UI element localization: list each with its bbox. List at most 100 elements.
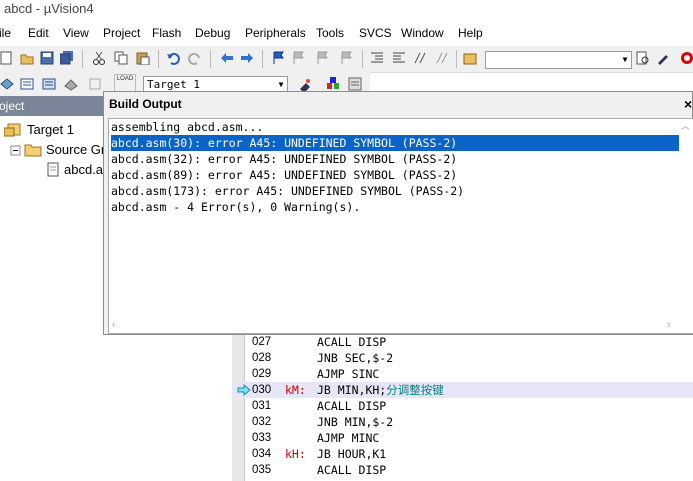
unindent-icon[interactable] bbox=[392, 51, 406, 65]
code-line[interactable]: 034 kH: JB HOUR,K1 bbox=[232, 446, 693, 462]
project-panel: oject Target 1 Source Gr abcd.a bbox=[0, 96, 106, 481]
output-line-selected[interactable]: abcd.asm(30): error A45: UNDEFINED SYMBO… bbox=[111, 135, 679, 151]
load-label: LOAD bbox=[116, 76, 134, 82]
vertical-scrollbar[interactable]: ︿ bbox=[679, 119, 693, 333]
line-number: 033 bbox=[252, 432, 272, 444]
save-all-icon[interactable] bbox=[60, 51, 74, 65]
menu-bar: ile Edit View Project Flash Debug Periph… bbox=[0, 24, 693, 44]
redo-icon[interactable] bbox=[188, 51, 202, 65]
output-line[interactable]: abcd.asm(173): error A45: UNDEFINED SYMB… bbox=[111, 183, 464, 199]
code-line[interactable]: 035 ACALL DISP bbox=[232, 462, 693, 478]
find-icon[interactable] bbox=[636, 51, 650, 65]
code-label: kM: bbox=[285, 383, 306, 397]
indent-icon[interactable] bbox=[370, 51, 384, 65]
line-number: 031 bbox=[252, 400, 272, 412]
line-number: 035 bbox=[252, 464, 272, 476]
build-output-header[interactable]: Build Output × bbox=[104, 92, 693, 116]
file-icon bbox=[47, 162, 59, 177]
menu-view[interactable]: View bbox=[63, 26, 89, 40]
target-select-value: Target 1 bbox=[147, 78, 200, 91]
output-line[interactable]: abcd.asm(89): error A45: UNDEFINED SYMBO… bbox=[111, 167, 457, 183]
tree-item-source-group[interactable]: Source Gr bbox=[46, 142, 105, 157]
comment-icon[interactable] bbox=[414, 51, 428, 65]
code-line-current[interactable]: 030 kM: JB MIN,KH;分调整按键 bbox=[232, 382, 693, 398]
new-file-icon[interactable] bbox=[0, 51, 14, 65]
cut-icon[interactable] bbox=[92, 51, 106, 65]
uncomment-icon[interactable] bbox=[436, 51, 450, 65]
toolbar-separator bbox=[456, 50, 457, 68]
source-editor[interactable]: 027 ACALL DISP 028 JNB SEC,$-2 029 AJMP SIN… bbox=[232, 334, 693, 481]
build-icon[interactable] bbox=[20, 77, 34, 91]
code-line[interactable]: 029 AJMP SINC bbox=[232, 366, 693, 382]
find-combo[interactable]: ▼ bbox=[485, 51, 632, 69]
translate-icon[interactable] bbox=[0, 77, 14, 91]
code-line[interactable]: 033 AJMP MINC bbox=[232, 430, 693, 446]
build-output-list[interactable]: assembling abcd.asm... abcd.asm(30): err… bbox=[108, 118, 693, 334]
save-icon[interactable] bbox=[40, 51, 54, 65]
output-line[interactable]: abcd.asm(32): error A45: UNDEFINED SYMBO… bbox=[111, 151, 457, 167]
menu-peripherals[interactable]: Peripherals bbox=[245, 26, 306, 40]
target-options-icon[interactable] bbox=[298, 77, 312, 91]
breakpoint-icon[interactable] bbox=[680, 51, 693, 65]
stop-build-icon[interactable] bbox=[88, 77, 102, 91]
menu-debug[interactable]: Debug bbox=[195, 26, 230, 40]
menu-svcs[interactable]: SVCS bbox=[359, 26, 392, 40]
bookmark-next-icon[interactable] bbox=[316, 51, 330, 65]
code-text: AJMP SINC bbox=[317, 367, 380, 381]
code-label: kH: bbox=[285, 447, 306, 461]
collapse-icon[interactable] bbox=[10, 145, 22, 157]
tree-item-file[interactable]: abcd.a bbox=[64, 162, 103, 177]
chevron-down-icon[interactable]: ▼ bbox=[619, 52, 631, 68]
code-text: AJMP MINC bbox=[317, 431, 380, 445]
project-panel-header: oject bbox=[0, 96, 106, 116]
menu-edit[interactable]: Edit bbox=[28, 26, 49, 40]
code-line[interactable]: 031 ACALL DISP bbox=[232, 398, 693, 414]
bookmark-prev-icon[interactable] bbox=[292, 51, 306, 65]
output-line[interactable]: assembling abcd.asm... bbox=[111, 119, 263, 135]
undo-icon[interactable] bbox=[166, 51, 180, 65]
code-text: ACALL DISP bbox=[317, 399, 387, 413]
code-text: ACALL DISP bbox=[317, 463, 387, 477]
manage-components-icon[interactable] bbox=[326, 77, 340, 91]
code-line[interactable]: 032 JNB MIN,$-2 bbox=[232, 414, 693, 430]
code-text: ACALL DISP bbox=[317, 335, 387, 349]
menu-flash[interactable]: Flash bbox=[152, 26, 181, 40]
menu-window[interactable]: Window bbox=[401, 26, 444, 40]
output-line[interactable]: abcd.asm - 4 Error(s), 0 Warning(s). bbox=[111, 199, 360, 215]
code-text: JNB MIN,$-2 bbox=[317, 415, 394, 429]
bookmark-clear-icon[interactable] bbox=[340, 51, 354, 65]
code-line[interactable]: 027 ACALL DISP bbox=[232, 334, 693, 350]
batch-build-icon[interactable] bbox=[64, 77, 78, 91]
scroll-right-icon[interactable]: › bbox=[667, 319, 670, 330]
find-in-files-icon[interactable] bbox=[463, 51, 477, 65]
code-line[interactable]: 028 JNB SEC,$-2 bbox=[232, 350, 693, 366]
nav-forward-icon[interactable] bbox=[240, 51, 254, 65]
tree-item-target[interactable]: Target 1 bbox=[27, 122, 74, 137]
scroll-up-icon[interactable]: ︿ bbox=[681, 119, 690, 132]
close-icon[interactable]: × bbox=[684, 92, 692, 116]
line-number: 029 bbox=[252, 368, 272, 380]
copy-icon[interactable] bbox=[114, 51, 128, 65]
debug-settings-icon[interactable] bbox=[656, 51, 670, 65]
toolbar-separator bbox=[210, 50, 211, 68]
menu-project[interactable]: Project bbox=[103, 26, 140, 40]
build-output-title: Build Output bbox=[109, 97, 182, 111]
nav-back-icon[interactable] bbox=[220, 51, 234, 65]
rebuild-icon[interactable] bbox=[42, 77, 56, 91]
main-toolbar: ▼ bbox=[0, 46, 693, 73]
menu-tools[interactable]: Tools bbox=[316, 26, 344, 40]
bookmark-icon[interactable] bbox=[272, 51, 286, 65]
scroll-left-icon[interactable]: ‹ bbox=[112, 319, 115, 330]
code-text: JB HOUR,K1 bbox=[317, 447, 387, 461]
open-folder-icon[interactable] bbox=[20, 51, 34, 65]
toolbar-separator bbox=[262, 50, 263, 68]
menu-help[interactable]: Help bbox=[458, 26, 483, 40]
toolbar-separator bbox=[82, 50, 83, 68]
toolbar-separator bbox=[158, 50, 159, 68]
code-text: JB MIN,KH; bbox=[317, 383, 387, 397]
paste-icon[interactable] bbox=[136, 51, 150, 65]
current-line-arrow-icon bbox=[237, 384, 251, 396]
menu-file[interactable]: ile bbox=[0, 26, 11, 40]
horizontal-scrollbar[interactable]: ‹ › bbox=[109, 319, 679, 333]
select-packs-icon[interactable] bbox=[348, 77, 362, 91]
